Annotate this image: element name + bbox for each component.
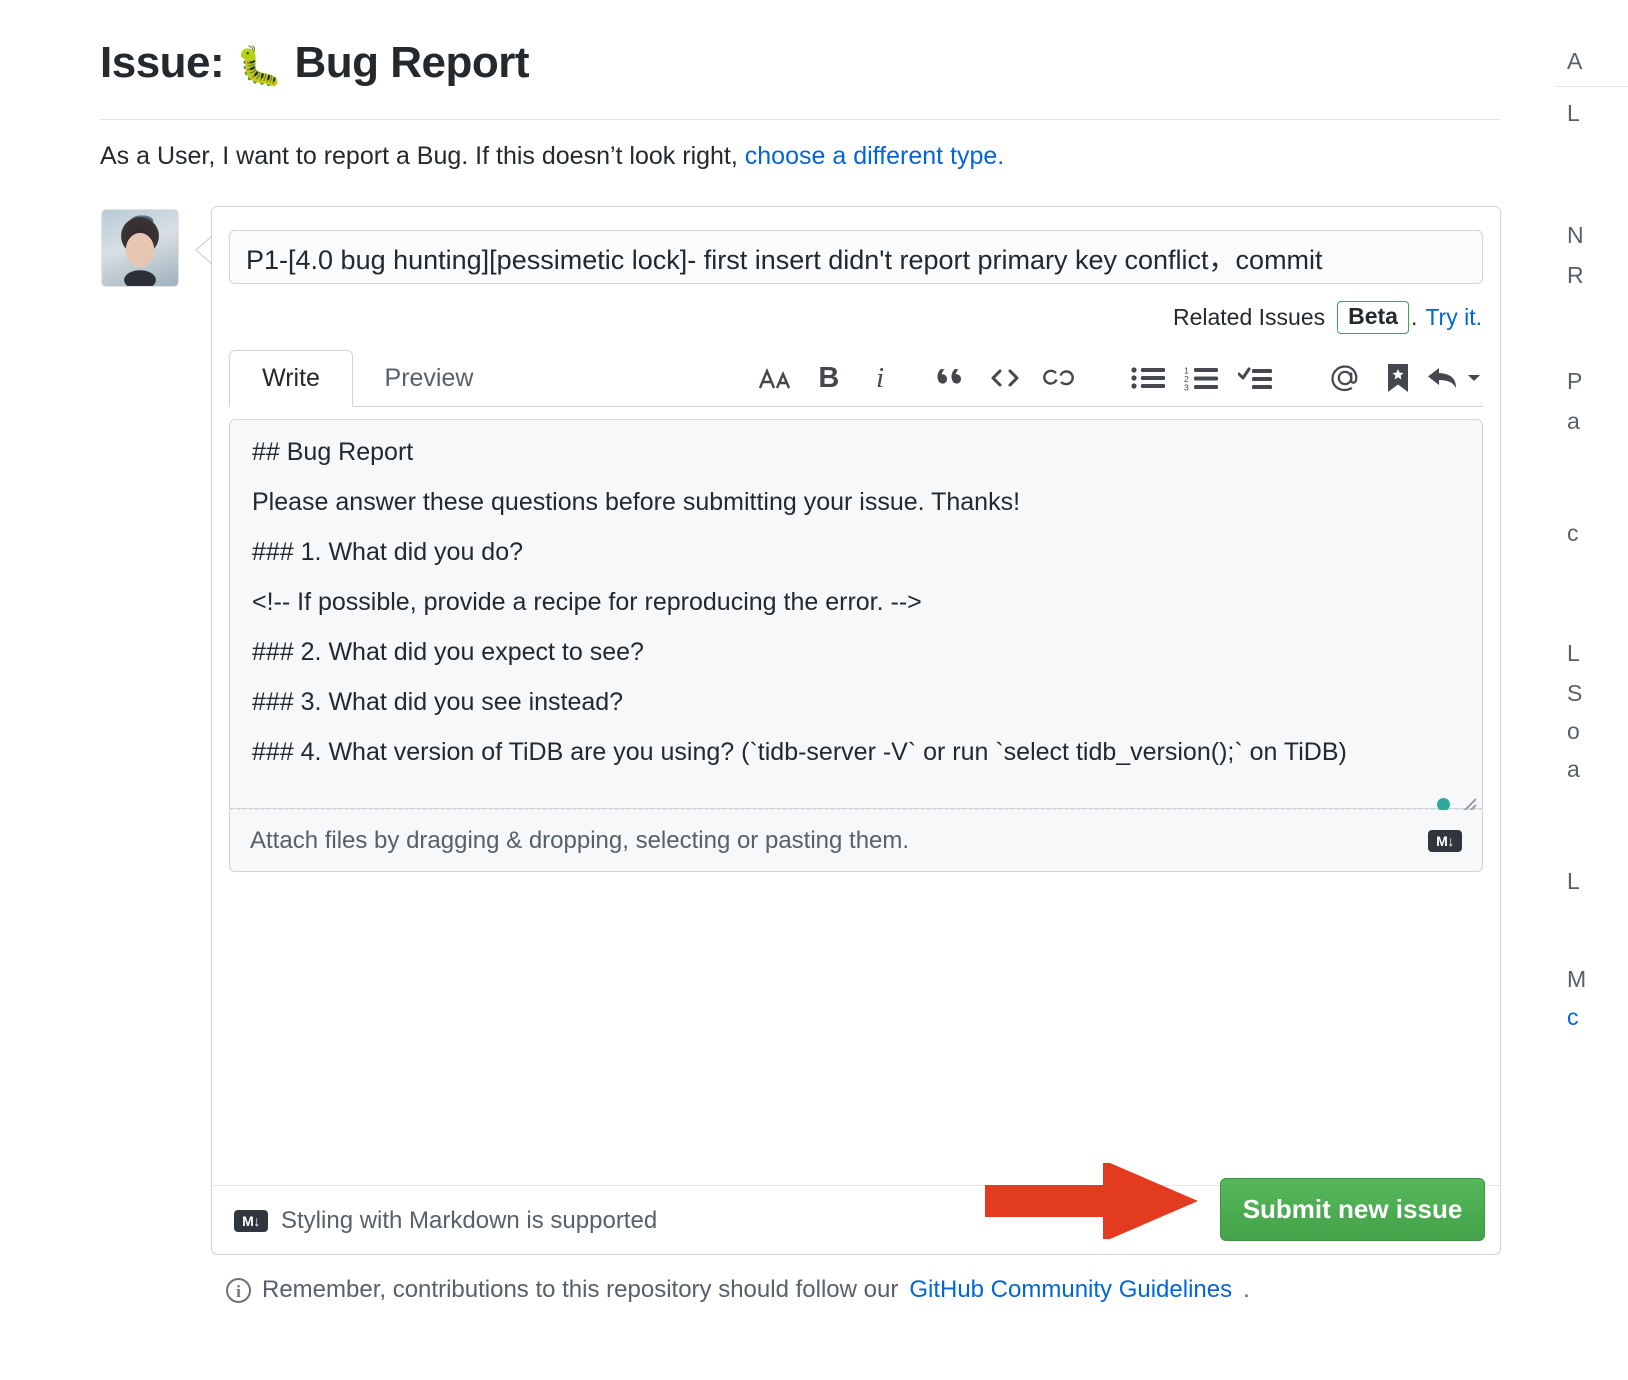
bold-icon[interactable]: B <box>803 362 855 395</box>
related-separator: . <box>1410 304 1418 331</box>
subtitle-text: As a User, I want to report a Bug. If th… <box>100 142 738 170</box>
sidebar-sliver-line: M <box>1567 966 1587 992</box>
sidebar-sliver-line: N <box>1567 222 1584 248</box>
markdown-icon: M↓ <box>234 1210 268 1232</box>
sidebar-sliver-line: R <box>1567 262 1584 288</box>
markdown-supported-label: Styling with Markdown is supported <box>281 1207 658 1234</box>
code-icon[interactable] <box>978 366 1032 390</box>
related-issues-row: Related Issues Beta . Try it. <box>1172 301 1482 335</box>
info-icon: i <box>226 1277 251 1303</box>
remember-text: Remember, contributions to this reposito… <box>262 1276 899 1303</box>
issue-title-input[interactable] <box>229 230 1483 284</box>
italic-icon[interactable]: i <box>855 362 905 395</box>
page-title: Issue: 🐛 Bug Report <box>100 38 529 89</box>
page-title-suffix: Bug Report <box>294 38 529 87</box>
community-guidelines-note: i Remember, contributions to this reposi… <box>226 1276 1250 1304</box>
sidebar-sliver-line: A <box>1567 48 1583 74</box>
try-it-link[interactable]: Try it. <box>1425 304 1482 331</box>
markdown-supported-note: M↓ Styling with Markdown is supported <box>234 1207 657 1235</box>
chevron-down-icon <box>1467 375 1480 381</box>
task-list-icon[interactable] <box>1228 366 1282 390</box>
avatar-image <box>102 210 178 286</box>
heading-icon[interactable] <box>749 364 803 392</box>
link-icon[interactable] <box>1031 365 1087 391</box>
sidebar-sliver-line: S <box>1567 680 1583 706</box>
attach-files-bar[interactable]: Attach files by dragging & dropping, sel… <box>229 810 1483 872</box>
subtitle: As a User, I want to report a Bug. If th… <box>100 142 1004 171</box>
tab-preview[interactable]: Preview <box>353 350 505 407</box>
page-title-prefix: Issue: <box>100 38 225 87</box>
sidebar-sliver-line: L <box>1567 868 1580 894</box>
annotation-arrow <box>985 1163 1198 1239</box>
reply-icon[interactable] <box>1424 365 1483 391</box>
markdown-icon: M↓ <box>1428 829 1462 852</box>
unordered-list-icon[interactable] <box>1121 366 1175 390</box>
sidebar-sliver: A L N R P a c L S o a L M c <box>1555 0 1628 1380</box>
attach-files-hint: Attach files by dragging & dropping, sel… <box>250 826 910 854</box>
related-issues-label: Related Issues <box>1172 304 1326 331</box>
new-issue-form: Related Issues Beta . Try it. Write Prev… <box>211 206 1501 1255</box>
sidebar-sliver-line: P <box>1567 368 1583 394</box>
quote-icon[interactable] <box>926 365 978 391</box>
sidebar-sliver-line: a <box>1567 756 1580 782</box>
sidebar-sliver-line: a <box>1567 408 1580 434</box>
markdown-toolbar: B i 1 2 3 <box>749 354 1483 402</box>
mention-icon[interactable] <box>1318 362 1372 394</box>
saved-reply-icon[interactable] <box>1372 363 1424 393</box>
tab-write[interactable]: Write <box>229 350 353 407</box>
remember-period: . <box>1243 1276 1250 1303</box>
ordered-list-icon[interactable]: 1 2 3 <box>1175 366 1229 391</box>
sidebar-sliver-line: L <box>1567 100 1580 126</box>
issue-form-page: Issue: 🐛 Bug Report As a User, I want to… <box>0 0 1628 1380</box>
issue-body-textarea[interactable]: ## Bug Report Please answer these questi… <box>229 419 1483 809</box>
sidebar-sliver-link[interactable]: c <box>1567 1004 1579 1031</box>
sidebar-sliver-rule <box>1555 86 1628 87</box>
avatar <box>101 209 179 287</box>
sidebar-sliver-line: c <box>1567 520 1579 546</box>
sidebar-sliver-line: L <box>1567 640 1580 666</box>
beta-badge: Beta <box>1337 301 1409 335</box>
bug-emoji-icon: 🐛 <box>235 46 283 88</box>
choose-different-type-link[interactable]: choose a different type. <box>745 142 1004 170</box>
svg-text:3: 3 <box>1184 382 1189 391</box>
submit-new-issue-button[interactable]: Submit new issue <box>1220 1178 1485 1241</box>
editor-tabbar: Write Preview B i 1 2 3 <box>229 350 1483 407</box>
sidebar-sliver-line: o <box>1567 718 1580 744</box>
header-divider <box>100 119 1500 120</box>
community-guidelines-link[interactable]: GitHub Community Guidelines <box>909 1276 1232 1304</box>
